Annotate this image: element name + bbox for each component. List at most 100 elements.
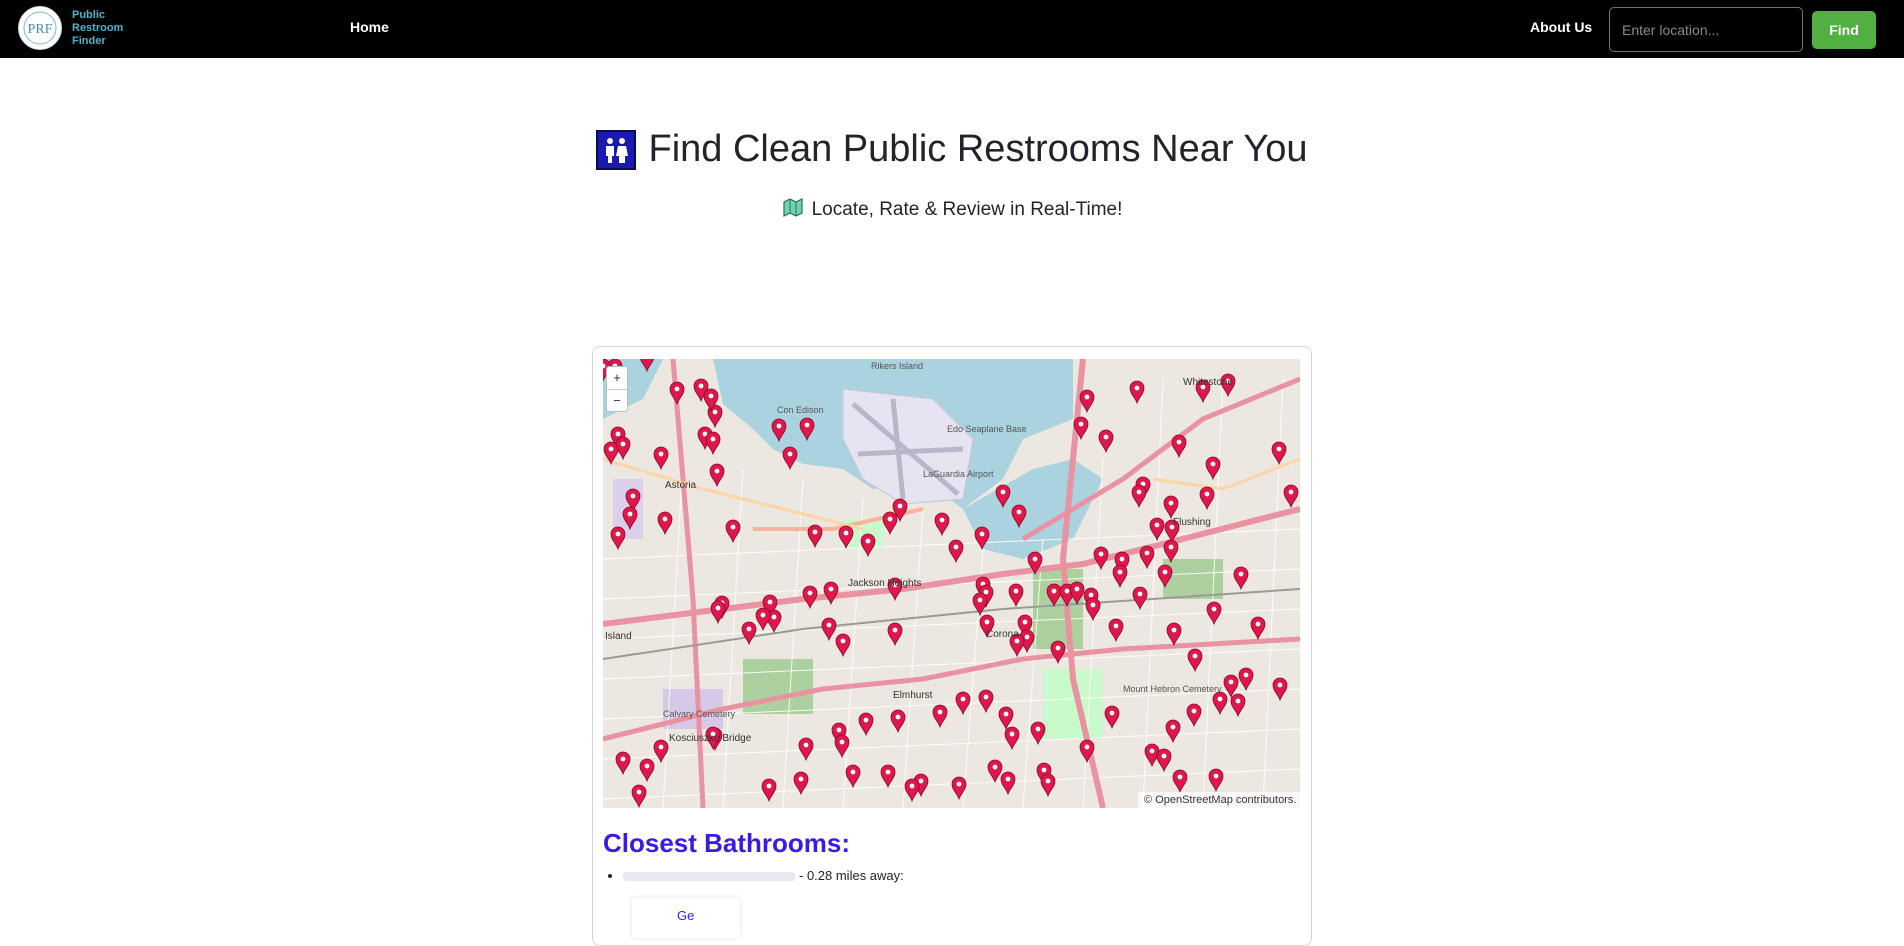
map-pin-icon[interactable]	[639, 758, 655, 783]
map-pin-icon[interactable]	[1250, 616, 1266, 641]
map-pin-icon[interactable]	[1163, 539, 1179, 564]
find-button[interactable]: Find	[1812, 11, 1876, 49]
map-pin-icon[interactable]	[1139, 545, 1155, 570]
map-pin-icon[interactable]	[1186, 703, 1202, 728]
map-pin-icon[interactable]	[798, 737, 814, 762]
map-pin-icon[interactable]	[1272, 677, 1288, 702]
map-pin-icon[interactable]	[710, 600, 726, 625]
map-pin-icon[interactable]	[934, 512, 950, 537]
map-pin-icon[interactable]	[741, 621, 757, 646]
map-pin-icon[interactable]	[1004, 726, 1020, 751]
map-pin-icon[interactable]	[1283, 484, 1299, 509]
map-pin-icon[interactable]	[1132, 586, 1148, 611]
map-pin-icon[interactable]	[610, 526, 626, 551]
map-pin-icon[interactable]	[1166, 622, 1182, 647]
zoom-control: + −	[606, 366, 628, 412]
map-pin-icon[interactable]	[631, 784, 647, 808]
map-pin-icon[interactable]	[1104, 705, 1120, 730]
map-pin-icon[interactable]	[1149, 517, 1165, 542]
map-label: Astoria	[665, 480, 697, 491]
map-pin-icon[interactable]	[904, 778, 920, 803]
map-pin-icon[interactable]	[1112, 564, 1128, 589]
result-card[interactable]: Ge	[632, 898, 740, 938]
map-label: Calvary Cemetery	[663, 709, 736, 719]
list-item[interactable]: - 0.28 miles away:	[623, 868, 904, 883]
map-pin-icon[interactable]	[1040, 773, 1056, 798]
map-pin-icon[interactable]	[725, 519, 741, 544]
map-pin-icon[interactable]	[657, 511, 673, 536]
map-pin-icon[interactable]	[880, 764, 896, 789]
map-pin-icon[interactable]	[1000, 771, 1016, 796]
map-pin-icon[interactable]	[1098, 429, 1114, 454]
map-pin-icon[interactable]	[1085, 597, 1101, 622]
map-pin-icon[interactable]	[890, 709, 906, 734]
map-pin-icon[interactable]	[978, 689, 994, 714]
brand-line: Restroom	[72, 22, 124, 34]
map-pin-icon[interactable]	[1199, 486, 1215, 511]
brand-line: Public	[72, 9, 106, 21]
page-title-text: Find Clean Public Restrooms Near You	[648, 128, 1308, 170]
map-pin-icon[interactable]	[932, 704, 948, 729]
map-pin-icon[interactable]	[1171, 434, 1187, 459]
map-pin-icon[interactable]	[823, 581, 839, 606]
map-pin-icon[interactable]	[1206, 601, 1222, 626]
map-label: Edo Seaplane Base	[947, 424, 1027, 434]
map[interactable]: Rikers Island Con Edison Edo Seaplane Ba…	[603, 359, 1300, 808]
map-label: Island	[605, 631, 632, 642]
map-pin-icon[interactable]	[807, 524, 823, 549]
map-label: Corona	[986, 629, 1019, 640]
map-pin-icon[interactable]	[782, 446, 798, 471]
map-pin-icon[interactable]	[1205, 456, 1221, 481]
map-pin-icon[interactable]	[653, 446, 669, 471]
map-pin-icon[interactable]	[1079, 389, 1095, 414]
map-pin-icon[interactable]	[835, 633, 851, 658]
map-pin-icon[interactable]	[887, 622, 903, 647]
map-pin-icon[interactable]	[948, 539, 964, 564]
map-pin-icon[interactable]	[860, 533, 876, 558]
map-label: Con Edison	[777, 405, 824, 415]
map-pin-icon[interactable]	[1129, 380, 1145, 405]
map-pin-icon[interactable]	[1008, 583, 1024, 608]
map-pin-icon[interactable]	[858, 712, 874, 737]
map-pin-icon[interactable]	[669, 381, 685, 406]
map-pin-icon[interactable]	[802, 585, 818, 610]
zoom-out-button[interactable]: −	[607, 390, 627, 412]
map-pin-icon[interactable]	[1093, 546, 1109, 571]
map-pin-icon[interactable]	[1163, 495, 1179, 520]
brand-name[interactable]: Public Restroom Finder	[72, 9, 142, 48]
map-pin-icon[interactable]	[998, 706, 1014, 731]
map-pin-icon[interactable]	[705, 431, 721, 456]
map-pin-icon[interactable]	[1165, 719, 1181, 744]
map-pin-icon[interactable]	[845, 764, 861, 789]
map-label: LaGuardia Airport	[923, 469, 994, 479]
map-pin-icon[interactable]	[1233, 566, 1249, 591]
nav-home-link[interactable]: Home	[350, 19, 389, 35]
logo[interactable]: PRF	[18, 6, 62, 50]
map-pin-icon[interactable]	[755, 607, 771, 632]
map-pin-icon[interactable]	[1156, 748, 1172, 773]
map-pin-icon[interactable]	[1212, 691, 1228, 716]
map-pin-icon[interactable]	[1187, 648, 1203, 673]
map-pin-icon[interactable]	[1230, 693, 1246, 718]
map-pin-icon[interactable]	[1208, 768, 1224, 793]
map-pin-icon[interactable]	[955, 691, 971, 716]
page-subtitle-text: Locate, Rate & Review in Real-Time!	[811, 199, 1123, 220]
map-pin-icon[interactable]	[1238, 667, 1254, 692]
map-pin-icon[interactable]	[1172, 769, 1188, 794]
nav-about-link[interactable]: About Us	[1530, 19, 1592, 35]
map-attribution[interactable]: © OpenStreetMap contributors.	[1138, 792, 1303, 808]
map-pin-icon[interactable]	[709, 463, 725, 488]
map-label: Kosciuszko Bridge	[669, 733, 752, 744]
map-pin-icon[interactable]	[987, 759, 1003, 784]
location-input[interactable]	[1609, 7, 1803, 52]
map-pin-icon[interactable]	[1223, 674, 1239, 699]
map-pin-icon[interactable]	[821, 617, 837, 642]
map-pin-icon[interactable]	[1108, 618, 1124, 643]
map-pin-icon[interactable]	[615, 751, 631, 776]
map-pin-icon[interactable]	[882, 511, 898, 536]
map-pin-icon[interactable]	[1131, 484, 1147, 509]
redacted-name	[623, 872, 795, 882]
map-pin-icon[interactable]	[1271, 441, 1287, 466]
zoom-in-button[interactable]: +	[607, 367, 627, 390]
map-pin-icon[interactable]	[761, 778, 777, 803]
